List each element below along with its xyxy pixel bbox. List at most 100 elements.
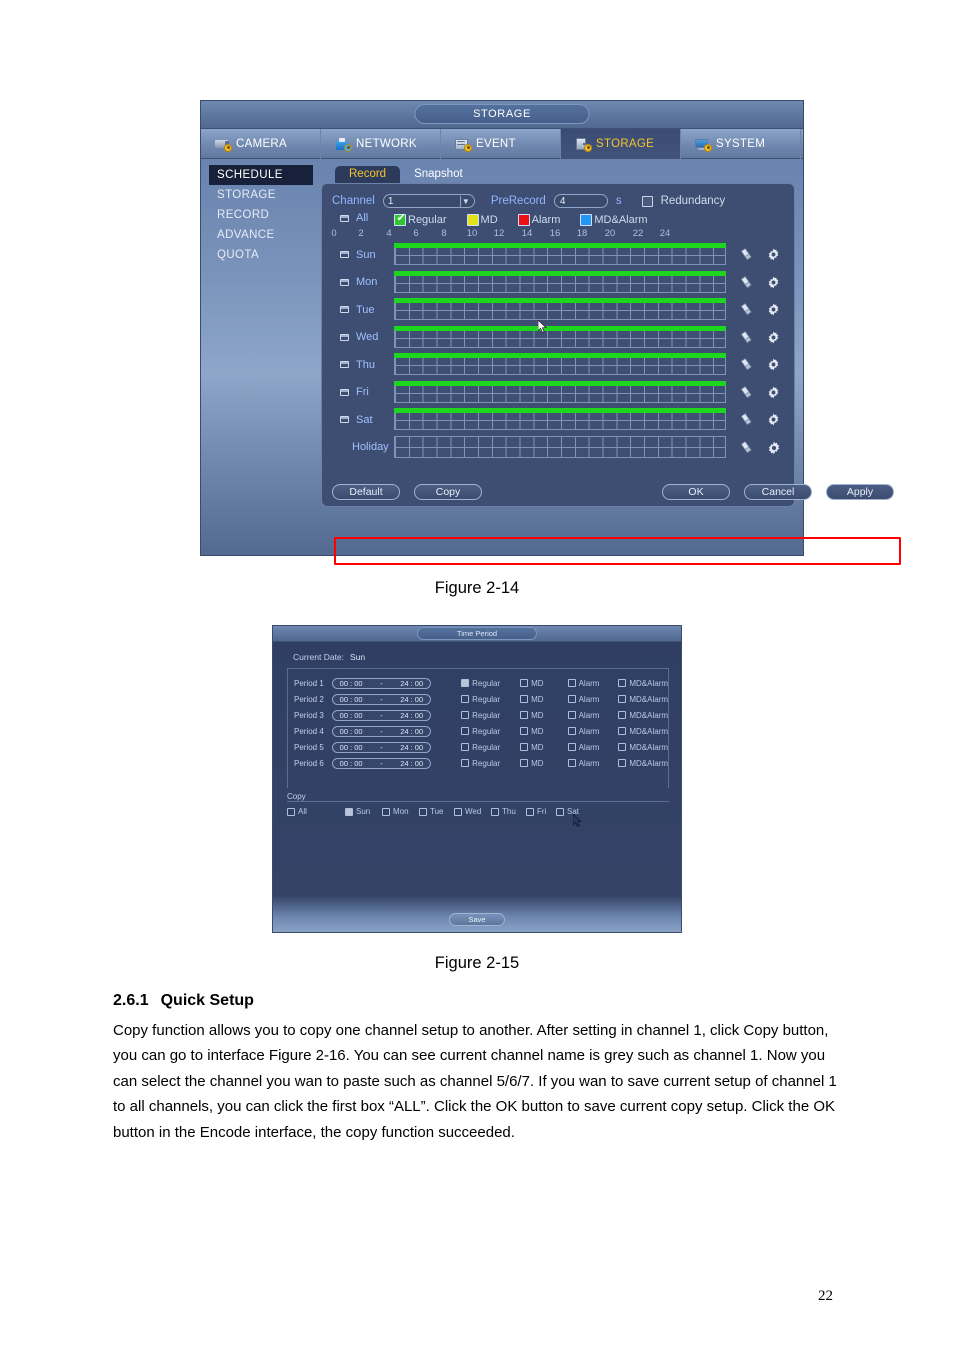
period-2-regular[interactable]: Regular	[461, 695, 520, 704]
ok-button[interactable]: OK	[662, 484, 730, 500]
copy-all-checkbox[interactable]	[287, 807, 295, 816]
period-2-time-field[interactable]: 00 : 00 - 24 : 00	[331, 693, 432, 705]
copy-sun[interactable]: Sun	[345, 807, 382, 816]
gear-icon[interactable]	[767, 441, 780, 455]
period-3-md-checkbox[interactable]	[520, 711, 529, 719]
timeline-grid-wed[interactable]	[394, 330, 726, 348]
row-checkbox-sat[interactable]	[340, 416, 349, 424]
period-4-md[interactable]: MD	[520, 727, 567, 736]
row-label-group-tue[interactable]: Tue	[332, 304, 394, 316]
redundancy-checkbox[interactable]	[641, 195, 653, 207]
period-6-alarm-checkbox[interactable]	[567, 759, 576, 767]
eraser-icon[interactable]	[740, 330, 753, 344]
period-6-regular-checkbox[interactable]	[461, 759, 470, 767]
period-3-regular[interactable]: Regular	[461, 711, 520, 720]
cancel-button[interactable]: Cancel	[744, 484, 812, 500]
copy-tue-checkbox[interactable]	[419, 807, 427, 816]
row-label-group-mon[interactable]: Mon	[332, 276, 394, 288]
copy-wed[interactable]: Wed	[454, 807, 491, 816]
period-5-regular[interactable]: Regular	[461, 743, 520, 752]
period-6-regular[interactable]: Regular	[461, 759, 520, 768]
prerecord-input[interactable]: 4	[553, 194, 608, 208]
period-1-time-field[interactable]: 00 : 00 - 24 : 00	[331, 677, 432, 689]
tab-camera[interactable]: CAMERA	[201, 129, 321, 159]
default-button[interactable]: Default	[332, 484, 400, 500]
timeline-grid-fri[interactable]	[394, 385, 726, 403]
period-4-regular[interactable]: Regular	[461, 727, 520, 736]
period-3-md-alarm-checkbox[interactable]	[618, 711, 627, 719]
period-2-md-checkbox[interactable]	[520, 695, 529, 703]
period-2-alarm-checkbox[interactable]	[567, 695, 576, 703]
period-3-md[interactable]: MD	[520, 711, 567, 720]
timeline-sun[interactable]	[394, 243, 726, 266]
row-label-group-thu[interactable]: Thu	[332, 359, 394, 371]
timeline-thu[interactable]	[394, 353, 726, 376]
period-5-md[interactable]: MD	[520, 743, 567, 752]
period-2-md[interactable]: MD	[520, 695, 567, 704]
legend-alarm[interactable]: Alarm	[517, 214, 560, 226]
period-5-time-field[interactable]: 00 : 00 - 24 : 00	[331, 741, 432, 753]
period-4-alarm-checkbox[interactable]	[567, 727, 576, 735]
period-5-md-checkbox[interactable]	[520, 743, 529, 751]
period-6-md-checkbox[interactable]	[520, 759, 529, 767]
period-5-regular-checkbox[interactable]	[461, 743, 470, 751]
copy-mon[interactable]: Mon	[382, 807, 419, 816]
period-6-time-field[interactable]: 00 : 00 - 24 : 00	[331, 757, 432, 769]
timeline-tue[interactable]	[394, 298, 726, 321]
gear-icon[interactable]	[767, 276, 780, 289]
period-1-regular[interactable]: Regular	[461, 679, 520, 688]
legend-md[interactable]: MD	[466, 214, 498, 226]
copy-fri-checkbox[interactable]	[526, 807, 534, 816]
period-6-alarm[interactable]: Alarm	[567, 759, 619, 768]
gear-icon[interactable]	[767, 331, 780, 344]
period-5-md-alarm-checkbox[interactable]	[618, 743, 627, 751]
legend-regular[interactable]: Regular	[394, 213, 447, 226]
timeline-grid-tue[interactable]	[394, 303, 726, 321]
period-4-md-checkbox[interactable]	[520, 727, 529, 735]
period-3-md-alarm[interactable]: MD&Alarm	[618, 711, 668, 720]
eraser-icon[interactable]	[740, 303, 753, 316]
row-checkbox-wed[interactable]	[340, 333, 349, 341]
period-6-md-alarm-checkbox[interactable]	[618, 759, 627, 767]
timeline-wed[interactable]	[394, 325, 726, 349]
period-4-md-alarm-checkbox[interactable]	[618, 727, 627, 735]
period-5-md-alarm[interactable]: MD&Alarm	[618, 743, 668, 752]
period-6-md-alarm[interactable]: MD&Alarm	[618, 759, 668, 768]
row-checkbox-tue[interactable]	[340, 306, 349, 314]
gear-icon[interactable]	[767, 358, 780, 371]
row-label-group-holiday[interactable]: Holiday	[332, 441, 394, 453]
schedule-row-all-label-group[interactable]: All	[332, 212, 394, 224]
period-1-md-alarm[interactable]: MD&Alarm	[618, 679, 668, 688]
period-3-regular-checkbox[interactable]	[461, 711, 470, 719]
row-checkbox-mon[interactable]	[340, 278, 349, 286]
gear-icon[interactable]	[767, 386, 780, 399]
period-2-md-alarm[interactable]: MD&Alarm	[618, 695, 668, 704]
row-checkbox-sun[interactable]	[340, 251, 349, 259]
period-3-time-field[interactable]: 00 : 00 - 24 : 00	[331, 709, 432, 721]
copy-thu[interactable]: Thu	[491, 807, 526, 816]
period-5-alarm-checkbox[interactable]	[567, 743, 576, 751]
period-5-alarm[interactable]: Alarm	[567, 743, 619, 752]
eraser-icon[interactable]	[740, 248, 753, 261]
gear-icon[interactable]	[767, 303, 780, 316]
row-label-group-sun[interactable]: Sun	[332, 249, 394, 261]
timeline-sat[interactable]	[394, 408, 726, 431]
row-checkbox-all[interactable]	[340, 214, 349, 222]
eraser-icon[interactable]	[740, 275, 753, 289]
period-4-alarm[interactable]: Alarm	[567, 727, 619, 736]
gear-icon[interactable]	[767, 248, 780, 261]
timeline-fri[interactable]	[394, 380, 726, 404]
eraser-icon[interactable]	[740, 385, 753, 399]
timeline-grid-mon[interactable]	[394, 275, 726, 293]
copy-fri[interactable]: Fri	[526, 807, 556, 816]
timeline-grid-thu[interactable]	[394, 358, 726, 376]
sidebar-item-schedule[interactable]: SCHEDULE	[209, 165, 313, 185]
period-1-alarm[interactable]: Alarm	[567, 679, 619, 688]
copy-button[interactable]: Copy	[414, 484, 482, 500]
eraser-icon[interactable]	[740, 413, 753, 426]
tab-record[interactable]: Record	[335, 166, 401, 183]
period-1-md-alarm-checkbox[interactable]	[618, 679, 627, 687]
sidebar-item-advance[interactable]: ADVANCE	[209, 225, 313, 245]
eraser-icon[interactable]	[740, 358, 753, 371]
legend-md-alarm[interactable]: MD&Alarm	[580, 214, 648, 226]
